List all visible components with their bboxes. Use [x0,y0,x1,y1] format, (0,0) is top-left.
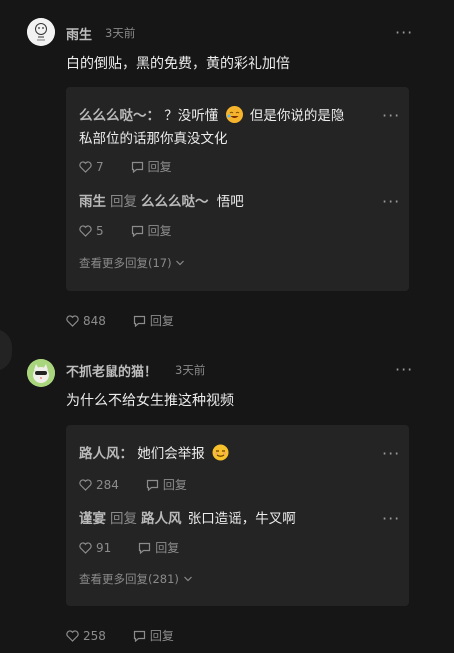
reply-author[interactable]: 路人风： [79,446,133,462]
reply-icon [139,542,151,554]
reply-button[interactable]: 回复 [133,627,174,644]
smirk-emoji [212,444,229,461]
heart-icon [79,541,92,554]
reply-label: 回复 [155,541,180,555]
like-count: 284 [96,477,119,492]
like-button[interactable]: 91 [79,541,111,555]
comment-actions: 258 回复 [66,627,201,644]
reply-actions: 284 回复 [79,476,214,493]
reply-word: 回复 [110,511,137,527]
like-button[interactable]: 284 [79,478,119,492]
like-button[interactable]: 258 [66,629,106,643]
reply-button[interactable]: 回复 [146,476,187,493]
reply-item: 谨宴 回复 路人风 张口造谣，牛叉啊 [79,507,296,527]
reply-item: 路人风： 她们会举报 [79,442,232,462]
see-more-label: 查看更多回复(281) [79,572,179,586]
like-count: 258 [83,628,106,643]
more-dots-icon[interactable]: ··· [395,362,413,378]
comment: 不抓老鼠的猫！ 3天前 ··· 为什么不给女生推这种视频 路人风： 她们会举报 … [0,0,454,653]
reply-thread: 路人风： 她们会举报 ··· 284 回复 谨宴 回复 路人风 张口造谣，牛叉啊 ·… [66,425,409,606]
comment-time: 3天前 [175,363,206,377]
comment-author[interactable]: 不抓老鼠的猫！ [66,361,157,380]
like-count: 91 [96,540,112,555]
reply-button[interactable]: 回复 [138,539,179,556]
chevron-down-icon [183,576,192,582]
avatar[interactable] [27,359,55,387]
heart-icon [66,629,79,642]
reply-actions: 91 回复 [79,539,206,556]
reply-text: 张口造谣，牛叉啊 [187,511,296,527]
see-more-replies[interactable]: 查看更多回复(281) [79,571,193,587]
reply-icon [146,479,159,491]
heart-icon [79,478,92,491]
reply-label: 回复 [162,478,187,492]
more-dots-icon[interactable]: ··· [382,446,400,462]
more-dots-icon[interactable]: ··· [382,511,400,527]
reply-label: 回复 [149,629,174,643]
reply-icon [133,630,146,642]
reply-target[interactable]: 路人风 [141,511,182,527]
reply-text: 她们会举报 [137,446,205,462]
comment-text: 为什么不给女生推这种视频 [66,393,234,409]
reply-author[interactable]: 谨宴 [79,511,106,527]
